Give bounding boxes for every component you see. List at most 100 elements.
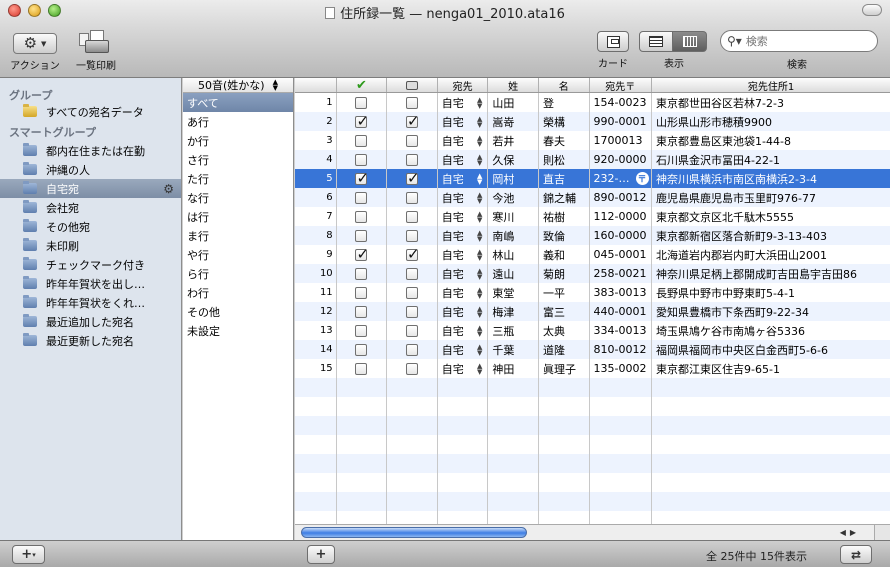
zip-cell[interactable]: 890-0012 (590, 188, 653, 207)
print-cell[interactable] (387, 188, 438, 207)
print-cell[interactable] (387, 321, 438, 340)
destination-stepper-icon[interactable]: ▲ ▼ (477, 248, 482, 261)
surname-cell[interactable]: 遠山 (488, 264, 539, 283)
kana-index-item[interactable]: か行 (183, 131, 293, 150)
zip-cell[interactable]: 154-0023 (590, 93, 653, 112)
check-mark-checkbox[interactable] (355, 324, 368, 337)
table-row[interactable]: 14 自宅 ▲ ▼ 千葉 道隆 810-0012 福岡県福岡市中央区白金西町5-6-6 (295, 340, 890, 359)
column-header-check[interactable]: ✔ (337, 78, 388, 92)
check-mark-checkbox[interactable] (355, 229, 368, 242)
kana-index-item[interactable]: わ行 (183, 283, 293, 302)
check-cell[interactable] (337, 112, 388, 131)
search-input[interactable] (745, 34, 866, 48)
surname-cell[interactable]: 南嶋 (488, 226, 539, 245)
print-checkbox[interactable] (406, 286, 419, 299)
print-checkbox[interactable] (406, 305, 419, 318)
table-row[interactable]: 2 自宅 ▲▼ 嵩嵜 榮構 990-0001 山形県山形市穂積9900 (295, 112, 890, 131)
check-cell[interactable] (337, 150, 388, 169)
sidebar-item-smart-group[interactable]: 自宅宛 ⚙ (0, 179, 181, 198)
given-name-cell[interactable]: 登 (539, 93, 590, 112)
print-cell[interactable] (387, 359, 438, 378)
address-cell[interactable]: 東京都豊島区東池袋1-44-8 (652, 131, 890, 150)
card-tool[interactable]: カード (594, 31, 632, 70)
print-checkbox[interactable] (406, 134, 419, 147)
surname-cell[interactable]: 今池 (488, 188, 539, 207)
surname-cell[interactable]: 岡村 (488, 169, 539, 188)
destination-cell[interactable]: 自宅 ▲ ▼ (438, 359, 489, 378)
zip-cell[interactable]: 160-0000 (590, 226, 653, 245)
print-checkbox[interactable] (406, 267, 419, 280)
check-mark-checkbox[interactable] (355, 305, 368, 318)
sidebar-item-smart-group[interactable]: その他宛 (0, 217, 181, 236)
print-cell[interactable] (387, 264, 438, 283)
print-cell[interactable] (387, 169, 438, 188)
destination-cell[interactable]: 自宅 ▲ ▼ (438, 150, 489, 169)
destination-cell[interactable]: 自宅 ▲ ▼ (438, 283, 489, 302)
check-cell[interactable] (337, 264, 388, 283)
table-row[interactable]: 8 自宅 ▲ ▼ 南嶋 致倫 160-0000 東京都新宿区落合新町9-3-13-403 (295, 226, 890, 245)
destination-cell[interactable]: 自宅 ▲ ▼ (438, 93, 489, 112)
destination-stepper-icon[interactable]: ▲ ▼ (477, 172, 482, 185)
zip-cell[interactable]: 334-0013 (590, 321, 653, 340)
table-row[interactable]: 6 自宅 ▲ ▼ 今池 錦之輔 890-0012 鹿児島県鹿児島市玉里町976-77 (295, 188, 890, 207)
sidebar-item-smart-group[interactable]: 沖縄の人 (0, 160, 181, 179)
given-name-cell[interactable]: 菊朗 (539, 264, 590, 283)
check-cell[interactable] (337, 188, 388, 207)
destination-stepper-icon[interactable]: ▲ ▼ (477, 305, 482, 318)
print-cell[interactable] (387, 112, 438, 131)
print-cell[interactable] (387, 131, 438, 150)
toolbar-toggle-button[interactable] (862, 4, 882, 16)
kana-index-item[interactable]: や行 (183, 245, 293, 264)
kana-index-item[interactable]: は行 (183, 207, 293, 226)
surname-cell[interactable]: 嵩嵜 (488, 112, 539, 131)
zip-cell[interactable]: 232-… 〒 (590, 169, 653, 188)
sidebar-item-smart-group[interactable]: チェックマーク付き (0, 255, 181, 274)
destination-stepper-icon[interactable]: ▲ ▼ (477, 267, 482, 280)
given-name-cell[interactable]: 義和 (539, 245, 590, 264)
destination-stepper-icon[interactable]: ▲ ▼ (477, 286, 482, 299)
destination-cell[interactable]: 自宅 ▲ ▼ (438, 188, 489, 207)
sidebar-item-smart-group[interactable]: 都内在住または在勤 (0, 141, 181, 160)
given-name-cell[interactable]: 直吉 (539, 169, 590, 188)
kana-index-item[interactable]: すべて (183, 93, 293, 112)
print-cell[interactable] (387, 245, 438, 264)
surname-cell[interactable]: 林山 (488, 245, 539, 264)
given-name-cell[interactable]: 春夫 (539, 131, 590, 150)
surname-cell[interactable]: 若井 (488, 131, 539, 150)
column-header-surname[interactable]: 姓 (488, 78, 539, 92)
check-mark-checkbox[interactable] (355, 169, 369, 187)
surname-cell[interactable]: 久保 (488, 150, 539, 169)
table-row[interactable]: 5 自宅 ▲▼ 岡村 直吉 232-… 〒神奈川県横浜市南区南横浜2-3-4 (295, 169, 890, 188)
address-cell[interactable]: 東京都世田谷区若林7-2-3 (652, 93, 890, 112)
destination-stepper-icon[interactable]: ▲ ▼ (477, 210, 482, 223)
check-cell[interactable] (337, 226, 388, 245)
address-cell[interactable]: 東京都文京区北千駄木5555 (652, 207, 890, 226)
zip-cell[interactable]: 112-0000 (590, 207, 653, 226)
print-cell[interactable] (387, 207, 438, 226)
address-cell[interactable]: 東京都江東区住吉9-65-1 (652, 359, 890, 378)
table-row[interactable]: 13 自宅 ▲ ▼ 三瓶 太典 334-0013 埼玉県鳩ケ谷市南鳩ヶ谷5336 (295, 321, 890, 340)
check-cell[interactable] (337, 321, 388, 340)
column-header-number[interactable] (295, 78, 337, 92)
sidebar-item-smart-group[interactable]: 最近更新した宛名 (0, 331, 181, 350)
given-name-cell[interactable]: 祐樹 (539, 207, 590, 226)
check-cell[interactable] (337, 283, 388, 302)
kana-index-item[interactable]: ら行 (183, 264, 293, 283)
check-mark-checkbox[interactable] (355, 245, 369, 263)
destination-cell[interactable]: 自宅 ▲ ▼ (438, 131, 489, 150)
kana-index-item[interactable]: さ行 (183, 150, 293, 169)
print-checkbox[interactable] (406, 245, 420, 263)
surname-cell[interactable]: 千葉 (488, 340, 539, 359)
destination-stepper-icon[interactable]: ▲ ▼ (477, 229, 482, 242)
gear-icon[interactable]: ⚙ (163, 182, 174, 196)
table-row[interactable]: 10 自宅 ▲ ▼ 遠山 菊朗 258-0021 神奈川県足柄上郡開成町吉田島宇吉田86 (295, 264, 890, 283)
table-row[interactable]: 9 自宅 ▲▼ 林山 義和 045-0001 北海道岩内郡岩内町大浜田山2001 (295, 245, 890, 264)
check-mark-checkbox[interactable] (355, 112, 369, 130)
destination-cell[interactable]: 自宅 ▲ ▼ (438, 169, 489, 188)
address-cell[interactable]: 長野県中野市中野東町5-4-1 (652, 283, 890, 302)
given-name-cell[interactable]: 致倫 (539, 226, 590, 245)
destination-cell[interactable]: 自宅 ▲ ▼ (438, 112, 489, 131)
zip-cell[interactable]: 810-0012 (590, 340, 653, 359)
print-cell[interactable] (387, 340, 438, 359)
destination-stepper-icon[interactable]: ▲ ▼ (477, 324, 482, 337)
